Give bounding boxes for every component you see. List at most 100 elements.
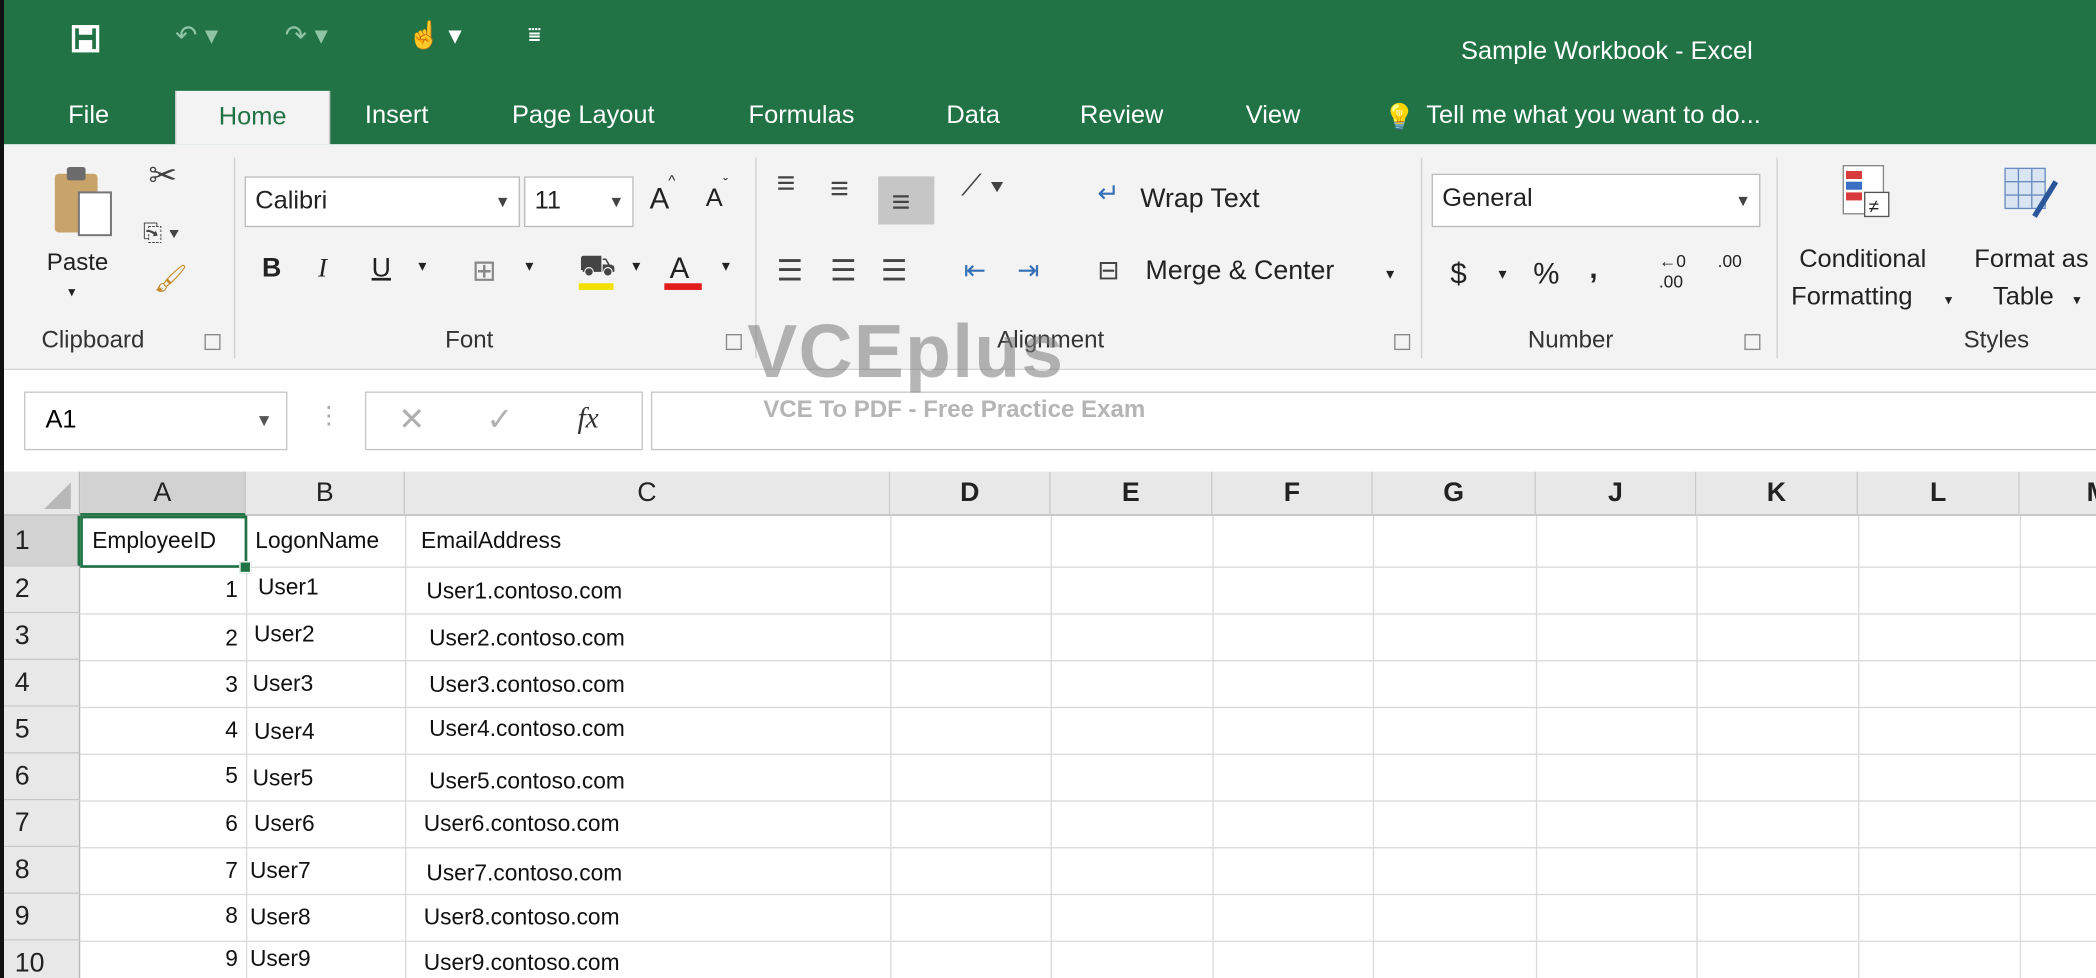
fill-color-icon[interactable]: ⛟ (579, 249, 616, 288)
cell-b5[interactable]: User4 (254, 719, 315, 746)
column-header-a[interactable]: A (80, 471, 246, 516)
cell-c3[interactable]: User2.contoso.com (429, 625, 625, 652)
format-painter-icon[interactable]: 🖌 (154, 262, 188, 295)
decrease-font-size-button[interactable]: A (706, 184, 723, 213)
cell-a4[interactable]: 3 (84, 672, 238, 699)
cell-c5[interactable]: User4.contoso.com (429, 716, 625, 743)
cell-a7[interactable]: 6 (84, 811, 238, 838)
cell-b6[interactable]: User5 (253, 766, 314, 793)
currency-button[interactable]: $ (1450, 257, 1466, 292)
cell-a10[interactable]: 9 (84, 946, 238, 973)
conditional-formatting-button[interactable]: Conditional (1799, 246, 1926, 275)
number-launcher-icon[interactable] (1744, 334, 1761, 351)
cell-a8[interactable]: 7 (84, 858, 238, 885)
column-header-c[interactable]: C (405, 471, 891, 516)
font-size-dropdown[interactable]: 11 ▼ (523, 176, 634, 228)
orientation-icon[interactable]: ⟋ ▾ (961, 168, 1004, 203)
tab-data[interactable]: Data (946, 102, 1000, 131)
bold-button[interactable]: B (262, 254, 281, 285)
copy-icon[interactable]: ⎘ ▾ (143, 219, 179, 247)
tab-home[interactable]: Home (175, 90, 331, 145)
tab-insert[interactable]: Insert (365, 102, 429, 131)
cell-c2[interactable]: User1.contoso.com (426, 579, 622, 606)
font-color-dropdown-icon[interactable]: ▾ (722, 257, 730, 276)
enter-icon[interactable]: ✓ (487, 401, 514, 440)
align-right-icon[interactable]: ☰ (881, 254, 907, 289)
tab-file[interactable]: File (68, 102, 109, 131)
column-header-f[interactable]: F (1212, 471, 1373, 516)
row-header-7[interactable]: 7 (4, 800, 81, 848)
cell-a2[interactable]: 1 (84, 577, 238, 604)
cell-c8[interactable]: User7.contoso.com (426, 860, 622, 887)
cell-b3[interactable]: User2 (254, 621, 315, 648)
row-header-2[interactable]: 2 (4, 566, 81, 614)
row-header-3[interactable]: 3 (4, 613, 81, 661)
clipboard-launcher-icon[interactable] (204, 334, 221, 351)
cell-a9[interactable]: 8 (84, 903, 238, 930)
increase-decimal-button[interactable]: ←0.00 (1659, 251, 1686, 291)
format-as-table-button[interactable]: Format as (1974, 246, 2088, 275)
insert-function-button[interactable]: fx (577, 401, 598, 436)
column-header-b[interactable]: B (245, 471, 406, 516)
row-header-9[interactable]: 9 (4, 893, 81, 941)
cell-a1[interactable]: EmployeeID (92, 528, 216, 555)
row-header-4[interactable]: 4 (4, 660, 81, 707)
font-name-dropdown[interactable]: Calibri ▼ (244, 176, 520, 228)
cell-c9[interactable]: User8.contoso.com (424, 905, 620, 932)
underline-button[interactable]: U (372, 254, 391, 285)
cell-c6[interactable]: User5.contoso.com (429, 768, 625, 795)
cell-b1[interactable]: LogonName (255, 528, 379, 555)
column-header-j[interactable]: J (1535, 471, 1697, 516)
tab-page-layout[interactable]: Page Layout (512, 102, 655, 131)
currency-dropdown-icon[interactable]: ▾ (1498, 265, 1506, 284)
number-format-dropdown[interactable]: General ▼ (1431, 173, 1761, 228)
paste-icon[interactable] (47, 163, 117, 243)
cell-b9[interactable]: User8 (250, 905, 311, 932)
align-center-icon[interactable]: ☰ (830, 254, 856, 289)
row-header-5[interactable]: 5 (4, 706, 81, 754)
row-header-10[interactable]: 10 (4, 940, 81, 978)
cell-b7[interactable]: User6 (254, 811, 315, 838)
cell-c10[interactable]: User9.contoso.com (424, 950, 620, 977)
column-header-d[interactable]: D (890, 471, 1051, 516)
align-bottom-button[interactable]: ≡ (878, 176, 935, 225)
cell-a3[interactable]: 2 (84, 625, 238, 652)
touch-mode-icon[interactable]: ☝ ▾ (408, 19, 462, 59)
decrease-decimal-button[interactable]: .00 (1718, 251, 1742, 271)
merge-center-button[interactable]: Merge & Center (1146, 257, 1335, 288)
paste-button[interactable]: Paste (47, 249, 109, 277)
cell-a5[interactable]: 4 (84, 717, 238, 744)
customize-qat-icon[interactable]: ⩸ (528, 24, 541, 64)
fill-color-dropdown-icon[interactable]: ▾ (632, 257, 640, 276)
alignment-launcher-icon[interactable] (1394, 334, 1411, 351)
cell-b10[interactable]: User9 (250, 946, 311, 973)
underline-dropdown-icon[interactable]: ▾ (418, 257, 426, 276)
cell-c1[interactable]: EmailAddress (421, 528, 561, 555)
redo-icon[interactable]: ↷ ▾ (285, 19, 328, 59)
decrease-indent-icon[interactable]: ⇤ (964, 254, 986, 287)
borders-icon[interactable]: ⊞ (472, 254, 497, 289)
cancel-icon[interactable]: ✕ (398, 401, 425, 440)
tab-formulas[interactable]: Formulas (749, 102, 855, 131)
italic-button[interactable]: I (318, 254, 327, 285)
row-header-8[interactable]: 8 (4, 847, 81, 894)
tell-me-box[interactable]: Tell me what you want to do... (1426, 102, 1761, 131)
cell-b8[interactable]: User7 (250, 858, 311, 885)
column-header-m[interactable]: M (2019, 471, 2096, 516)
align-top-icon[interactable]: ≡ (777, 166, 796, 203)
align-middle-icon[interactable]: ≡ (830, 171, 849, 208)
row-header-1[interactable]: 1 (4, 515, 81, 567)
column-header-k[interactable]: K (1696, 471, 1859, 516)
fill-handle[interactable] (239, 561, 252, 574)
row-header-6[interactable]: 6 (4, 753, 81, 801)
column-header-e[interactable]: E (1050, 471, 1213, 516)
merge-dropdown-icon[interactable]: ▾ (1386, 265, 1394, 284)
borders-dropdown-icon[interactable]: ▾ (525, 257, 533, 276)
save-icon[interactable] (71, 24, 100, 64)
cell-b4[interactable]: User3 (253, 671, 314, 698)
wrap-text-button[interactable]: Wrap Text (1140, 184, 1259, 215)
undo-icon[interactable]: ↶ ▾ (175, 19, 218, 59)
align-left-icon[interactable]: ☰ (777, 254, 803, 289)
font-color-button[interactable]: A (670, 251, 690, 286)
cell-a6[interactable]: 5 (84, 763, 238, 790)
